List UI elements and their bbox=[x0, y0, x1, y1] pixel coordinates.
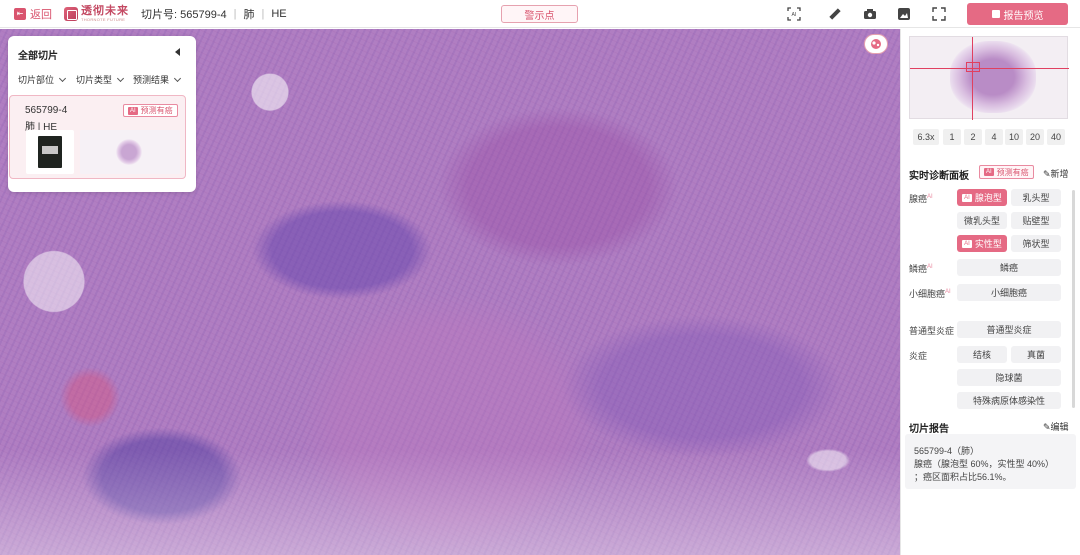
logo-subtext: THORNOTE FUTURE bbox=[81, 16, 126, 22]
diagnosis-prediction-badge: AI 预测有癌 bbox=[979, 165, 1034, 179]
organ-label: 肺 bbox=[243, 8, 255, 21]
report-preview-button[interactable]: 报告预览 bbox=[967, 3, 1068, 25]
report-preview-label: 报告预览 bbox=[1003, 10, 1044, 22]
chevron-down-icon bbox=[116, 74, 125, 82]
option-special-pathogen[interactable]: 特殊病原体感染性 bbox=[957, 392, 1061, 409]
screenshot-icon[interactable]: AI bbox=[786, 6, 802, 22]
slide-number: 切片号: 565799-4 bbox=[141, 8, 227, 21]
ruler-icon[interactable] bbox=[827, 6, 843, 22]
report-title: 切片报告 bbox=[909, 424, 949, 435]
option-acinar[interactable]: AI 腺泡型 bbox=[957, 189, 1007, 206]
slide-tissue-thumbnail[interactable] bbox=[80, 130, 180, 174]
mag-level-4[interactable]: 4 bbox=[985, 129, 1003, 145]
add-diagnosis-button[interactable]: ✎新增 bbox=[1043, 167, 1069, 180]
mag-level-10[interactable]: 10 bbox=[1005, 129, 1023, 145]
logo-icon bbox=[64, 6, 78, 21]
back-button[interactable]: ⇤ 返回 bbox=[14, 6, 52, 22]
option-lepidic[interactable]: 贴壁型 bbox=[1011, 212, 1061, 229]
mag-level-40[interactable]: 40 bbox=[1047, 129, 1065, 145]
prediction-badge: AI 预测有癌 bbox=[123, 104, 178, 117]
filter-type[interactable]: 切片类型 bbox=[76, 73, 125, 86]
chevron-down-icon bbox=[173, 74, 182, 82]
diagnosis-scrollbar[interactable] bbox=[1072, 190, 1075, 408]
chevron-down-icon bbox=[58, 74, 67, 82]
group-label-adenocarcinoma: 腺癌AI bbox=[909, 194, 933, 204]
option-papillary[interactable]: 乳头型 bbox=[1011, 189, 1061, 206]
ai-icon: AI bbox=[128, 106, 138, 115]
option-fungus[interactable]: 真菌 bbox=[1011, 346, 1061, 363]
edit-report-button[interactable]: ✎编辑 bbox=[1043, 420, 1069, 433]
ai-icon: AI bbox=[962, 239, 972, 248]
group-label-common-inflammation: 普通型炎症 bbox=[909, 326, 955, 336]
image-icon[interactable] bbox=[896, 6, 912, 22]
filter-result[interactable]: 预测结果 bbox=[133, 73, 182, 86]
mag-level-20[interactable]: 20 bbox=[1026, 129, 1044, 145]
filter-part[interactable]: 切片部位 bbox=[18, 73, 67, 86]
option-solid[interactable]: AI 实性型 bbox=[957, 235, 1007, 252]
logo: 透彻未来 THORNOTE FUTURE bbox=[64, 4, 129, 22]
back-label: 返回 bbox=[30, 8, 52, 21]
mag-level-2[interactable]: 2 bbox=[964, 129, 982, 145]
back-icon: ⇤ bbox=[14, 7, 26, 20]
option-micropapillary[interactable]: 微乳头型 bbox=[957, 212, 1007, 229]
report-line-1: 565799-4（肺） bbox=[914, 446, 980, 456]
option-cribriform[interactable]: 筛状型 bbox=[1011, 235, 1061, 252]
group-label-squamous: 鳞癌AI bbox=[909, 264, 933, 274]
logo-text: 透彻未来 bbox=[81, 4, 129, 17]
ai-icon: AI bbox=[984, 168, 994, 176]
camera-icon[interactable] bbox=[862, 6, 878, 22]
mag-current[interactable]: 6.3x bbox=[913, 129, 939, 145]
option-tuberculosis[interactable]: 结核 bbox=[957, 346, 1007, 363]
slide-card-id: 565799-4 bbox=[25, 105, 68, 116]
ai-icon: AI bbox=[962, 193, 972, 202]
stain-label: HE bbox=[271, 7, 287, 20]
warning-points-button[interactable]: 警示点 bbox=[501, 5, 578, 23]
group-label-inflammation: 炎症 bbox=[909, 351, 928, 361]
diagnosis-panel-title: 实时诊断面板 bbox=[909, 171, 969, 182]
report-line-3: ；癌区面积占比56.1%。 bbox=[914, 472, 1012, 482]
viewport-box[interactable] bbox=[966, 62, 980, 72]
option-squamous[interactable]: 鳞癌 bbox=[957, 259, 1061, 276]
option-common-inflammation[interactable]: 普通型炎症 bbox=[957, 321, 1061, 338]
report-icon bbox=[991, 10, 1000, 18]
viewer-nav-icon[interactable] bbox=[864, 34, 888, 54]
slide-label-thumbnail[interactable] bbox=[26, 130, 74, 174]
mag-level-1[interactable]: 1 bbox=[943, 129, 961, 145]
collapse-panel-icon[interactable] bbox=[175, 48, 180, 56]
fullscreen-icon[interactable] bbox=[931, 6, 947, 22]
option-cryptococcus[interactable]: 隐球菌 bbox=[957, 369, 1061, 386]
option-small-cell[interactable]: 小细胞癌 bbox=[957, 284, 1061, 301]
minimap[interactable] bbox=[909, 36, 1069, 120]
group-label-small-cell: 小细胞癌AI bbox=[909, 289, 951, 299]
report-line-2: 腺癌（腺泡型 60%，实性型 40%） bbox=[914, 459, 1055, 469]
slide-panel-title: 全部切片 bbox=[18, 51, 58, 62]
svg-text:AI: AI bbox=[792, 12, 797, 18]
